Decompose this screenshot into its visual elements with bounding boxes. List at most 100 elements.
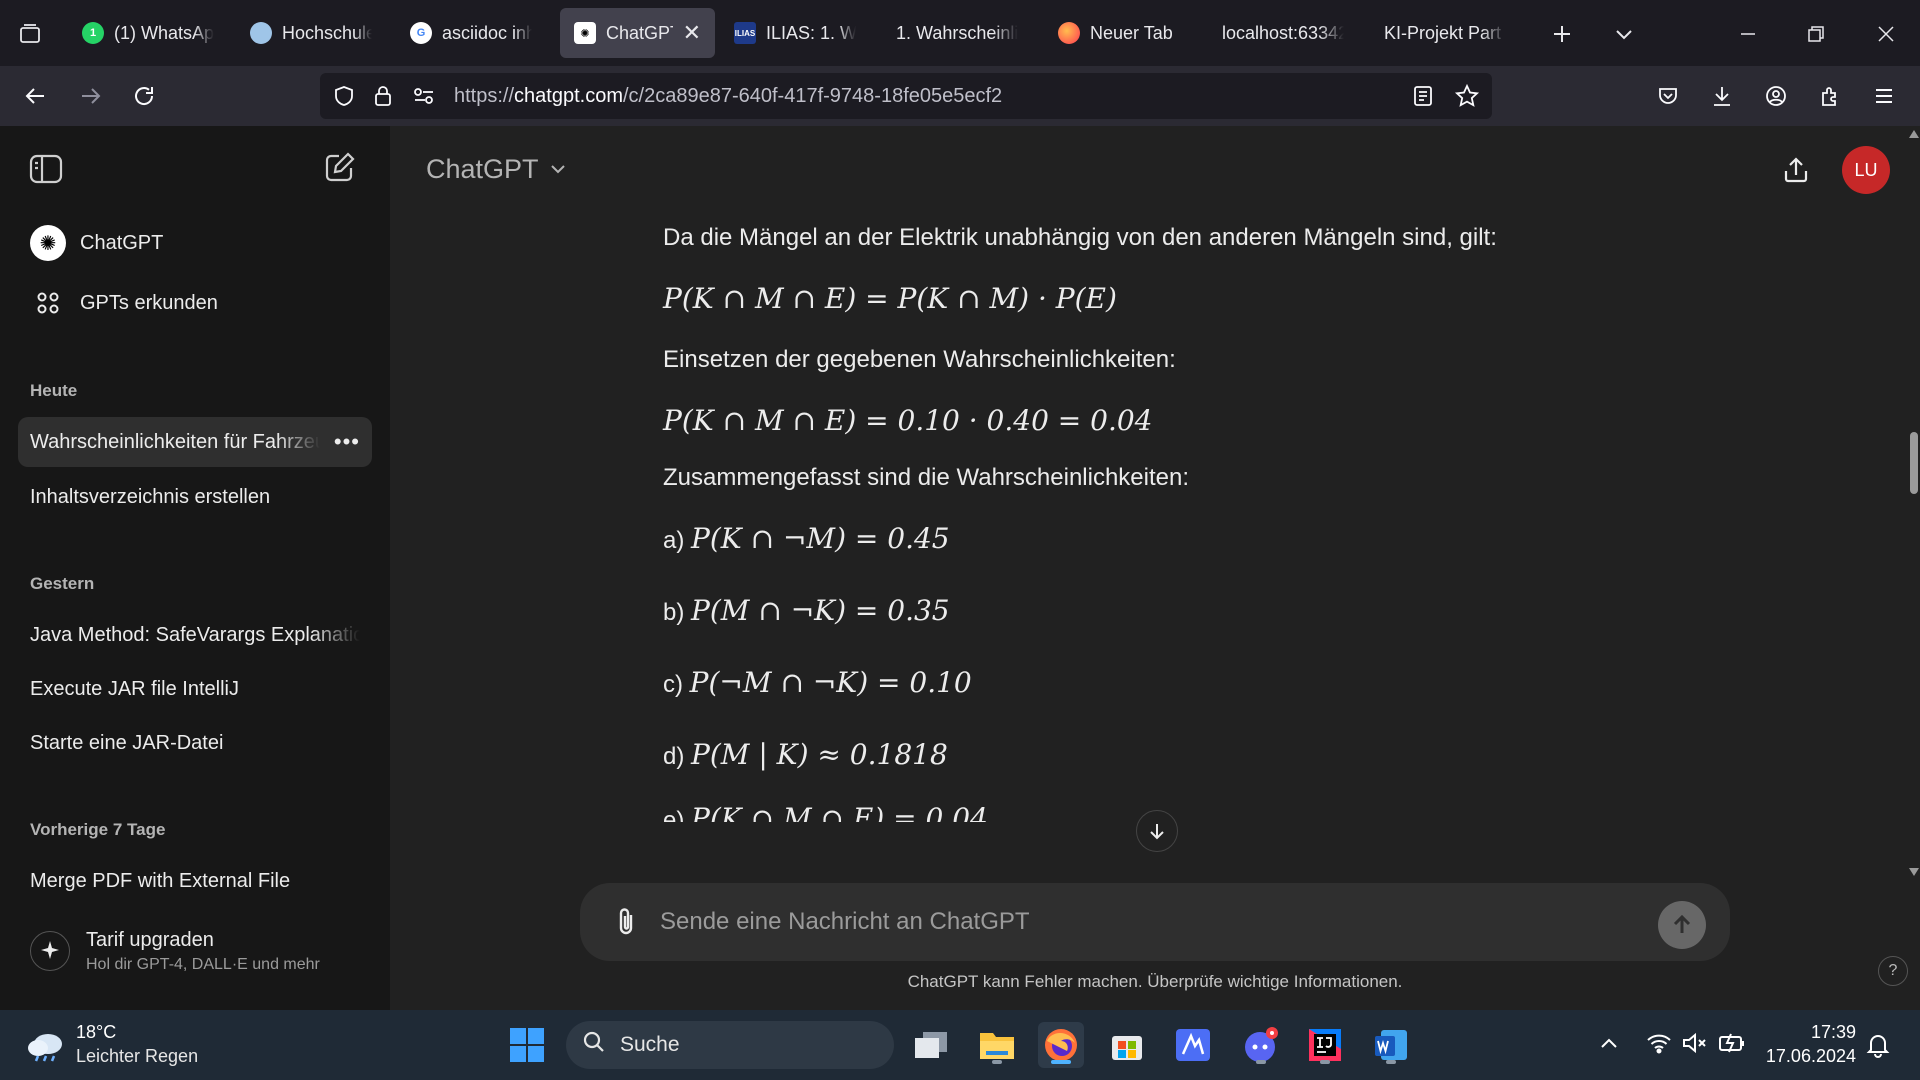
file-explorer-icon[interactable] xyxy=(974,1022,1020,1068)
notification-bell-icon[interactable] xyxy=(1866,1032,1890,1063)
task-view-icon[interactable] xyxy=(908,1022,954,1068)
browser-tab-bar: 1 (1) WhatsApp Hochschule G asciidoc inh… xyxy=(0,0,1920,66)
tab-localhost[interactable]: localhost:63342/ xyxy=(1208,8,1358,58)
scrollbar-thumb[interactable] xyxy=(1910,432,1918,494)
sidebar-chat-item[interactable]: Inhaltsverzeichnis erstellen xyxy=(18,472,372,522)
back-arrow-icon[interactable] xyxy=(16,76,56,116)
chatgpt-icon: ✺ xyxy=(574,22,596,44)
clock-date[interactable]: 17.06.2024 xyxy=(1764,1046,1856,1067)
message-composer xyxy=(580,883,1730,961)
running-indicator xyxy=(1320,1060,1330,1064)
scrollbar[interactable] xyxy=(1908,126,1920,896)
upgrade-plan-button[interactable]: Tarif upgraden Hol dir GPT-4, DALL·E und… xyxy=(18,918,372,984)
new-tab-icon[interactable] xyxy=(1542,14,1582,54)
download-icon[interactable] xyxy=(1702,76,1742,116)
wifi-icon[interactable] xyxy=(1646,1032,1672,1059)
url-text[interactable]: https://chatgpt.com/c/2ca89e87-640f-417f… xyxy=(454,85,1002,108)
menu-hamburger-icon[interactable] xyxy=(1864,76,1904,116)
permissions-icon[interactable] xyxy=(412,85,436,112)
model-selector[interactable]: ChatGPT xyxy=(426,154,567,185)
scroll-up-arrow-icon[interactable] xyxy=(1909,130,1919,138)
extensions-icon[interactable] xyxy=(1810,76,1850,116)
forward-arrow-icon[interactable] xyxy=(70,76,110,116)
tab-list-chevron-icon[interactable] xyxy=(1604,14,1644,54)
ilias-icon: ILIAS xyxy=(734,22,756,44)
weather-temp[interactable]: 18°C xyxy=(76,1022,116,1043)
tray-chevron-up-icon[interactable] xyxy=(1598,1032,1620,1059)
word-icon[interactable] xyxy=(1368,1022,1414,1068)
battery-icon[interactable] xyxy=(1718,1032,1746,1059)
code-editor-icon[interactable] xyxy=(1170,1022,1216,1068)
bookmark-star-icon[interactable] xyxy=(1454,83,1480,114)
disclaimer-text: ChatGPT kann Fehler machen. Überprüfe wi… xyxy=(907,972,1403,991)
whatsapp-icon: 1 xyxy=(82,22,104,44)
tab-whatsapp[interactable]: 1 (1) WhatsApp xyxy=(68,8,228,58)
sidebar-section-heute: Heute xyxy=(30,381,78,400)
user-avatar[interactable]: LU xyxy=(1842,146,1890,194)
volume-muted-icon[interactable] xyxy=(1682,1032,1708,1059)
tab-asciidoc[interactable]: G asciidoc inhaltsverzeichnis xyxy=(396,8,546,58)
chatgpt-logo-icon: ✺ xyxy=(30,225,66,261)
tab-neuer-tab[interactable]: Neuer Tab xyxy=(1044,8,1194,58)
sidebar-chat-item[interactable]: Wahrscheinlichkeiten für Fahrzeuge ••• xyxy=(18,417,372,467)
browser-nav-bar: https://chatgpt.com/c/2ca89e87-640f-417f… xyxy=(0,66,1920,126)
scroll-to-bottom-button[interactable] xyxy=(1136,810,1178,852)
taskbar-search[interactable]: Suche xyxy=(566,1021,894,1069)
sidebar-chat-item[interactable]: Execute JAR file IntelliJ xyxy=(18,664,372,714)
sidebar-section-gestern: Gestern xyxy=(30,574,95,593)
search-icon xyxy=(582,1030,606,1060)
weather-desc[interactable]: Leichter Regen xyxy=(76,1046,198,1067)
lock-icon[interactable] xyxy=(372,84,394,113)
result-item: e) P(K ∩ M ∩ E) = 0.04 xyxy=(663,802,988,822)
sidebar-chat-item[interactable]: Starte eine JAR-Datei xyxy=(18,718,372,768)
running-indicator xyxy=(992,1060,1002,1064)
sidebar-chat-item[interactable]: Java Method: SafeVarargs Explanation xyxy=(18,610,372,660)
result-item: b) P(M ∩ ¬K) = 0.35 xyxy=(663,594,950,627)
message-paragraph: Da die Mängel an der Elektrik unabhängig… xyxy=(663,224,1497,251)
sidebar-chat-item[interactable]: Merge PDF with External File xyxy=(18,856,372,906)
tracking-shield-icon[interactable] xyxy=(332,84,356,113)
windows-taskbar: 18°C Leichter Regen Suche 17:39 17.06.20… xyxy=(0,1010,1920,1080)
message-input[interactable] xyxy=(660,903,1620,941)
grid-icon xyxy=(30,291,66,315)
account-icon[interactable] xyxy=(1756,76,1796,116)
intellij-icon[interactable] xyxy=(1302,1022,1348,1068)
pocket-icon[interactable] xyxy=(1648,76,1688,116)
math-formula: P(K ∩ M ∩ E) = P(K ∩ M) · P(E) xyxy=(663,282,1117,315)
reader-view-icon[interactable] xyxy=(1412,84,1434,113)
discord-icon[interactable] xyxy=(1238,1022,1284,1068)
weather-cloud-icon[interactable] xyxy=(24,1024,68,1069)
tab-ilias[interactable]: ILIAS ILIAS: 1. Wahrscheinlichkeit xyxy=(720,8,870,58)
new-chat-icon[interactable] xyxy=(322,150,358,191)
firefox-taskbar-icon[interactable] xyxy=(1038,1022,1084,1068)
sidebar-item-gpts-erkunden[interactable]: GPTs erkunden xyxy=(18,278,372,328)
math-formula: P(K ∩ M ∩ E) = 0.10 · 0.40 = 0.04 xyxy=(663,404,1153,437)
microsoft-store-icon[interactable] xyxy=(1104,1022,1150,1068)
share-icon[interactable] xyxy=(1774,148,1818,192)
firefox-icon xyxy=(1058,22,1080,44)
reload-icon[interactable] xyxy=(124,76,164,116)
result-item: c) P(¬M ∩ ¬K) = 0.10 xyxy=(663,666,972,699)
message-paragraph: Zusammengefasst sind die Wahrscheinlichk… xyxy=(663,464,1190,491)
clock-time[interactable]: 17:39 xyxy=(1764,1022,1856,1043)
more-options-icon[interactable]: ••• xyxy=(334,429,360,455)
message-paragraph: Einsetzen der gegebenen Wahrscheinlichke… xyxy=(663,346,1176,373)
tab-wahrscheinlichkeit[interactable]: 1. Wahrscheinlichkeit xyxy=(882,8,1032,58)
tab-hochschule[interactable]: Hochschule xyxy=(236,8,386,58)
assistant-message: Da die Mängel an der Elektrik unabhängig… xyxy=(662,212,1562,822)
scroll-down-arrow-icon[interactable] xyxy=(1909,868,1919,876)
help-button[interactable]: ? xyxy=(1878,956,1908,986)
toggle-sidebar-icon[interactable] xyxy=(28,152,64,191)
url-bar[interactable]: https://chatgpt.com/c/2ca89e87-640f-417f… xyxy=(320,73,1492,119)
tab-chatgpt[interactable]: ✺ ChatGPT ✕ xyxy=(560,8,715,58)
close-tab-icon[interactable]: ✕ xyxy=(683,20,701,46)
sidebar-item-chatgpt[interactable]: ✺ ChatGPT xyxy=(18,218,372,268)
windows-start-icon[interactable] xyxy=(504,1022,550,1068)
tab-ki-projekt[interactable]: KI-Projekt Part 1 xyxy=(1370,8,1520,58)
send-button[interactable] xyxy=(1658,901,1706,949)
restore-icon[interactable] xyxy=(1796,14,1836,54)
minimize-icon[interactable] xyxy=(1728,14,1768,54)
tab-overview-icon[interactable] xyxy=(10,14,50,54)
paperclip-icon[interactable] xyxy=(606,902,646,942)
close-window-icon[interactable] xyxy=(1866,14,1906,54)
